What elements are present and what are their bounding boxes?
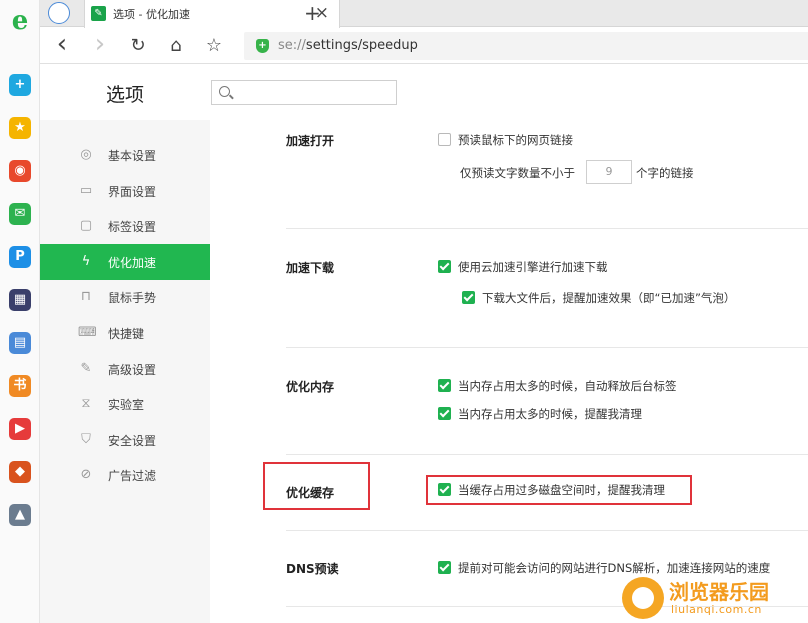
download-notify-label: 下载大文件后，提醒加速效果（即“已加速”气泡）: [482, 291, 736, 305]
settings-search-input[interactable]: [211, 80, 397, 105]
tab-icon: ▢: [79, 218, 93, 234]
sidebar-item-label: 高级设置: [108, 362, 157, 377]
app-rail: e + ★ ◉ ✉ P ▦ ▤ 书 ▶ ◆ ▲: [0, 0, 40, 623]
sidebar-item-6[interactable]: ⌨ 快捷键: [40, 315, 210, 351]
memory-remind-label: 当内存占用太多的时候，提醒我清理: [458, 407, 642, 421]
checkbox-checked[interactable]: [438, 483, 451, 496]
sidebar-item-label: 快捷键: [108, 327, 145, 341]
section-divider: [286, 530, 808, 531]
sidebar-item-5[interactable]: ⊓ 鼠标手势: [40, 279, 210, 315]
sidebar-item-label: 标签设置: [108, 220, 157, 235]
p-app-icon[interactable]: P: [9, 246, 31, 268]
checkbox-checked[interactable]: [438, 379, 451, 392]
weibo-icon[interactable]: ◉: [9, 160, 31, 182]
section-divider: [286, 454, 808, 455]
checkbox-unchecked[interactable]: [438, 133, 451, 146]
browser-logo-icon[interactable]: e: [8, 8, 32, 34]
block-icon: ⊘: [80, 467, 92, 483]
wrench-favicon-icon: ✎: [91, 6, 106, 21]
watermark-title: 浏览器乐园: [669, 580, 769, 604]
section-label-cache: 优化缓存: [286, 486, 335, 500]
url-scheme: se://: [278, 38, 306, 53]
back-button[interactable]: ‹: [50, 31, 74, 58]
mouse-icon: ⊓: [80, 289, 92, 305]
star-icon[interactable]: ★: [9, 117, 31, 139]
min-chars-suffix: 个字的链接: [636, 166, 694, 180]
bookmark-star-button[interactable]: ☆: [202, 34, 226, 58]
forward-button[interactable]: ›: [88, 31, 112, 58]
reload-button[interactable]: ↻: [126, 34, 150, 58]
window-icon: ▭: [79, 182, 93, 198]
settings-sidebar: 选项 ◎ 基本设置 ▭ 界面设置 ▢ 标签设置 ϟ 优化加速 ⊓ 鼠标手势 ⌨ 快捷键 ✎ 高级设置 ⧖ 实验…: [40, 64, 210, 623]
section-label-download: 加速下载: [286, 261, 335, 275]
sidebar-item-label: 安全设置: [108, 433, 157, 448]
tab-strip: ✎ 选项 - 优化加速 × +: [40, 0, 808, 28]
sidebar-item-10[interactable]: ⊘ 广告过滤: [40, 457, 210, 493]
watermark: 浏览器乐园 liulanqi.com.cn: [622, 574, 808, 623]
battle-game-icon[interactable]: ▲: [9, 504, 31, 526]
circle-settings-icon: ◎: [80, 147, 92, 162]
sidebar-header: 选项: [40, 64, 210, 120]
hero-game-icon[interactable]: ◆: [9, 461, 31, 483]
sidebar-item-9[interactable]: ⛉ 安全设置: [40, 422, 210, 458]
section-label-dns: DNS预读: [286, 562, 339, 576]
prefetch-links-label: 预读鼠标下的网页链接: [458, 133, 573, 147]
section-divider: [286, 228, 808, 229]
navigation-bar: ‹ › ↻ ⌂ ☆ + se://settings/speedup: [40, 28, 808, 64]
address-bar[interactable]: + se://settings/speedup: [244, 32, 808, 60]
section-label-memory: 优化内存: [286, 380, 335, 394]
novel-app-icon[interactable]: 书: [9, 375, 31, 397]
game-app-icon[interactable]: ▦: [9, 289, 31, 311]
page-title: 选项: [106, 84, 145, 106]
sidebar-item-7[interactable]: ✎ 高级设置: [40, 351, 210, 387]
checkbox-checked[interactable]: [438, 407, 451, 420]
checkbox-checked[interactable]: [462, 291, 475, 304]
shield-icon: ⛉: [81, 431, 91, 447]
medical-cross-icon[interactable]: +: [9, 74, 31, 96]
sidebar-item-1[interactable]: ◎ 基本设置: [40, 137, 210, 173]
section-divider: [286, 347, 808, 348]
memory-auto-release-label: 当内存占用太多的时候，自动释放后台标签: [458, 379, 677, 393]
tab-options-speedup[interactable]: ✎ 选项 - 优化加速 ×: [84, 0, 340, 28]
sidebar-item-label: 鼠标手势: [108, 291, 157, 306]
url-path: settings/speedup: [305, 38, 418, 53]
section-label-open: 加速打开: [286, 134, 335, 148]
wrench-icon: ✎: [80, 360, 92, 376]
mini-game-icon[interactable]: ▶: [9, 418, 31, 440]
checkbox-checked[interactable]: [438, 260, 451, 273]
watermark-url: liulanqi.com.cn: [671, 603, 762, 616]
min-chars-prefix: 仅预读文字数量不小于: [460, 166, 575, 180]
sidebar-item-label: 优化加速: [108, 255, 157, 270]
new-tab-button[interactable]: +: [304, 1, 321, 25]
sidebar-item-4[interactable]: ϟ 优化加速: [40, 243, 210, 280]
sidebar-item-8[interactable]: ⧖ 实验室: [40, 386, 210, 422]
address-url[interactable]: se://settings/speedup: [278, 38, 418, 53]
security-shield-icon[interactable]: +: [256, 39, 269, 53]
content-header: [210, 64, 808, 120]
watermark-logo-icon: [622, 577, 664, 619]
cache-remind-label: 当缓存占用过多磁盘空间时，提醒我清理: [458, 483, 665, 497]
sidebar-item-2[interactable]: ▭ 界面设置: [40, 173, 210, 209]
search-icon: [219, 86, 230, 97]
sidebar-item-label: 基本设置: [108, 149, 157, 163]
compass-icon[interactable]: [48, 2, 70, 24]
home-button[interactable]: ⌂: [164, 34, 188, 58]
cloud-download-label: 使用云加速引擎进行加速下载: [458, 260, 608, 274]
lightning-icon: ϟ: [81, 253, 91, 269]
settings-content: 加速打开 预读鼠标下的网页链接 仅预读文字数量不小于 9 个字的链接 加速下载 …: [210, 120, 808, 623]
checkbox-checked[interactable]: [438, 561, 451, 574]
mail-icon[interactable]: ✉: [9, 203, 31, 225]
tab-title: 选项 - 优化加速: [113, 8, 190, 21]
flask-icon: ⧖: [81, 396, 91, 412]
min-chars-input[interactable]: 9: [586, 160, 632, 184]
document-app-icon[interactable]: ▤: [9, 332, 31, 354]
sidebar-item-label: 广告过滤: [108, 469, 157, 484]
keyboard-icon: ⌨: [78, 325, 97, 340]
sidebar-item-label: 实验室: [108, 398, 145, 413]
sidebar-item-3[interactable]: ▢ 标签设置: [40, 208, 210, 244]
sidebar-item-label: 界面设置: [108, 184, 157, 199]
